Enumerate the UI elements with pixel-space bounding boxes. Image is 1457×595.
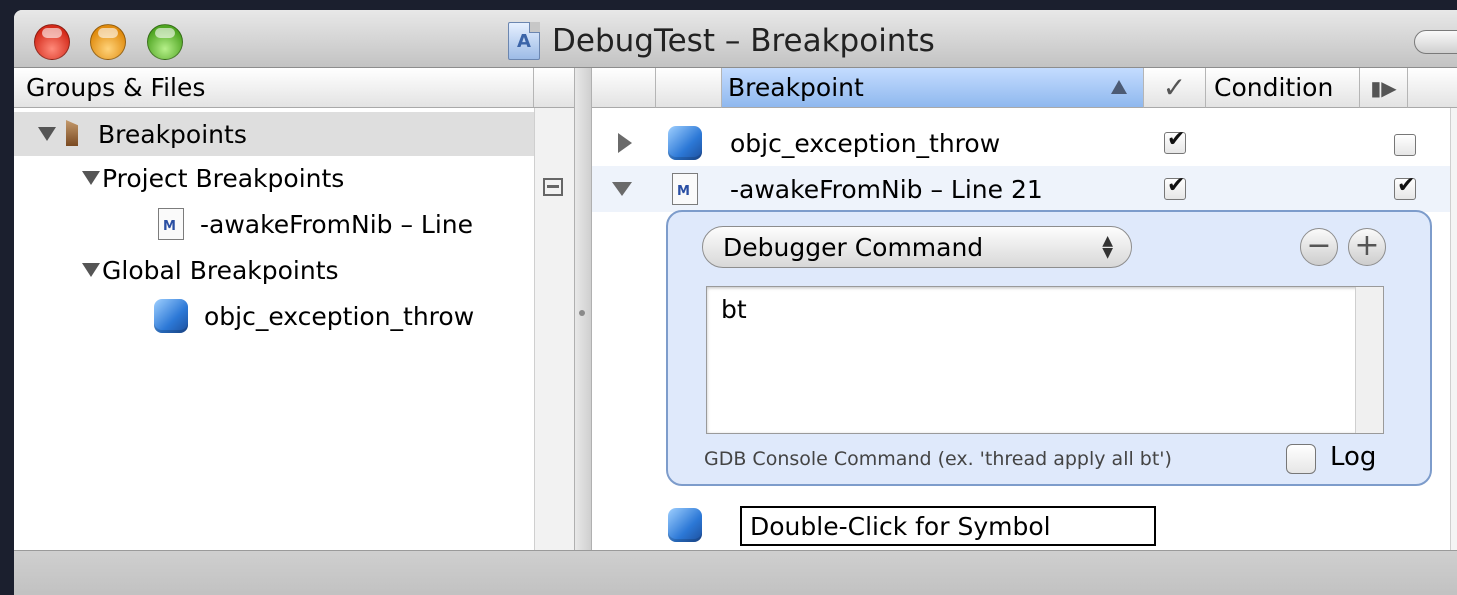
minimize-button[interactable] — [90, 24, 126, 60]
column-header-breakpoint[interactable]: Breakpoint — [722, 68, 1144, 108]
groups-files-header-label[interactable]: Groups & Files — [14, 68, 534, 107]
group-detail-icon[interactable] — [543, 178, 563, 196]
breakpoint-action-panel: Debugger Command ▲ ▼ − + bt GDB Console C… — [666, 210, 1432, 486]
new-symbol-placeholder: Double-Click for Symbol — [750, 511, 1051, 541]
debugger-command-text: bt — [721, 295, 747, 324]
tree-item-project-breakpoints[interactable]: Project Breakpoints — [14, 156, 344, 200]
column-header-icon — [656, 68, 722, 108]
title-bar: DebugTest – Breakpoints — [14, 10, 1457, 68]
popup-arrows-icon: ▲ ▼ — [1102, 233, 1113, 261]
command-hint: GDB Console Command (ex. 'thread apply a… — [704, 448, 1172, 470]
disclosure-triangle-icon[interactable] — [82, 263, 100, 277]
column-header-condition[interactable]: Condition — [1206, 68, 1360, 108]
column-header-enabled[interactable]: ✓ — [1144, 68, 1206, 108]
zoom-button[interactable] — [147, 24, 183, 60]
status-bar — [14, 550, 1457, 595]
project-document-icon — [508, 22, 540, 60]
column-header-continue[interactable]: ▮▶ — [1360, 68, 1408, 108]
pane-splitter[interactable] — [574, 68, 592, 550]
toolbar-toggle-button[interactable] — [1414, 30, 1457, 54]
window-title: DebugTest – Breakpoints — [508, 22, 935, 60]
continue-icon: ▮▶ — [1370, 75, 1397, 100]
column-header-condition-label: Condition — [1214, 73, 1334, 102]
tree-item-label: Global Breakpoints — [102, 255, 339, 285]
breakpoint-name: objc_exception_throw — [730, 128, 1001, 158]
command-scrollbar[interactable] — [1355, 287, 1383, 433]
disclosure-triangle-icon[interactable] — [38, 127, 56, 141]
tree-item-label: -awakeFromNib – Line — [200, 209, 474, 239]
objc-source-file-icon — [672, 173, 698, 205]
groups-files-header: Groups & Files — [14, 68, 574, 108]
checkmark-icon: ✓ — [1162, 71, 1187, 104]
window-title-text: DebugTest – Breakpoints — [552, 23, 935, 59]
tree-item-label: Project Breakpoints — [102, 163, 345, 193]
table-row[interactable]: -awakeFromNib – Line 21 — [592, 166, 1457, 212]
remove-action-button[interactable]: − — [1300, 228, 1338, 266]
action-type-popup[interactable]: Debugger Command ▲ ▼ — [702, 226, 1132, 268]
column-header-disclosure — [592, 68, 656, 108]
continue-checkbox[interactable] — [1394, 173, 1416, 200]
symbol-breakpoint-icon — [154, 299, 188, 333]
tree-item-objc-exception-throw[interactable]: objc_exception_throw — [14, 294, 474, 338]
breakpoints-table: Breakpoint ✓ Condition ▮▶ objc_exception… — [592, 68, 1457, 550]
expand-triangle-icon[interactable] — [618, 133, 632, 153]
tree-item-breakpoints[interactable]: Breakpoints — [14, 112, 534, 156]
disclosure-triangle-icon[interactable] — [82, 171, 100, 185]
add-action-button[interactable]: + — [1348, 228, 1386, 266]
tree-item-global-breakpoints[interactable]: Global Breakpoints — [14, 248, 339, 292]
tree-item-label: objc_exception_throw — [204, 301, 475, 331]
groups-and-files-pane: Groups & Files Breakpoints Project Break… — [14, 68, 574, 550]
column-header-breakpoint-label: Breakpoint — [728, 73, 864, 102]
table-row[interactable]: objc_exception_throw — [592, 120, 1457, 166]
log-checkbox[interactable] — [1286, 444, 1316, 474]
new-symbol-field[interactable]: Double-Click for Symbol — [740, 506, 1156, 546]
enabled-checkbox[interactable] — [1164, 127, 1186, 154]
symbol-breakpoint-icon — [668, 126, 702, 160]
splitter-grip-icon — [579, 310, 585, 316]
collapse-triangle-icon[interactable] — [612, 182, 632, 196]
tree-item-awakefromnib[interactable]: -awakeFromNib – Line — [14, 202, 473, 246]
symbol-breakpoint-icon — [668, 508, 702, 542]
close-button[interactable] — [34, 24, 70, 60]
breakpoints-group-icon — [62, 120, 84, 148]
xcode-window: DebugTest – Breakpoints Groups & Files B… — [14, 10, 1457, 595]
right-scrollbar[interactable] — [1450, 108, 1457, 550]
breakpoint-name: -awakeFromNib – Line 21 — [730, 174, 1043, 204]
header-spacer — [534, 68, 574, 107]
enabled-checkbox[interactable] — [1164, 173, 1186, 200]
continue-checkbox[interactable] — [1394, 134, 1416, 156]
log-label: Log — [1330, 442, 1377, 472]
sort-ascending-icon — [1111, 80, 1127, 94]
debugger-command-textarea[interactable]: bt — [706, 286, 1384, 434]
column-header-filler — [1408, 68, 1457, 108]
objc-source-file-icon — [158, 208, 184, 240]
left-detail-column — [534, 108, 574, 550]
action-type-label: Debugger Command — [723, 232, 984, 262]
tree-item-label: Breakpoints — [98, 119, 247, 149]
